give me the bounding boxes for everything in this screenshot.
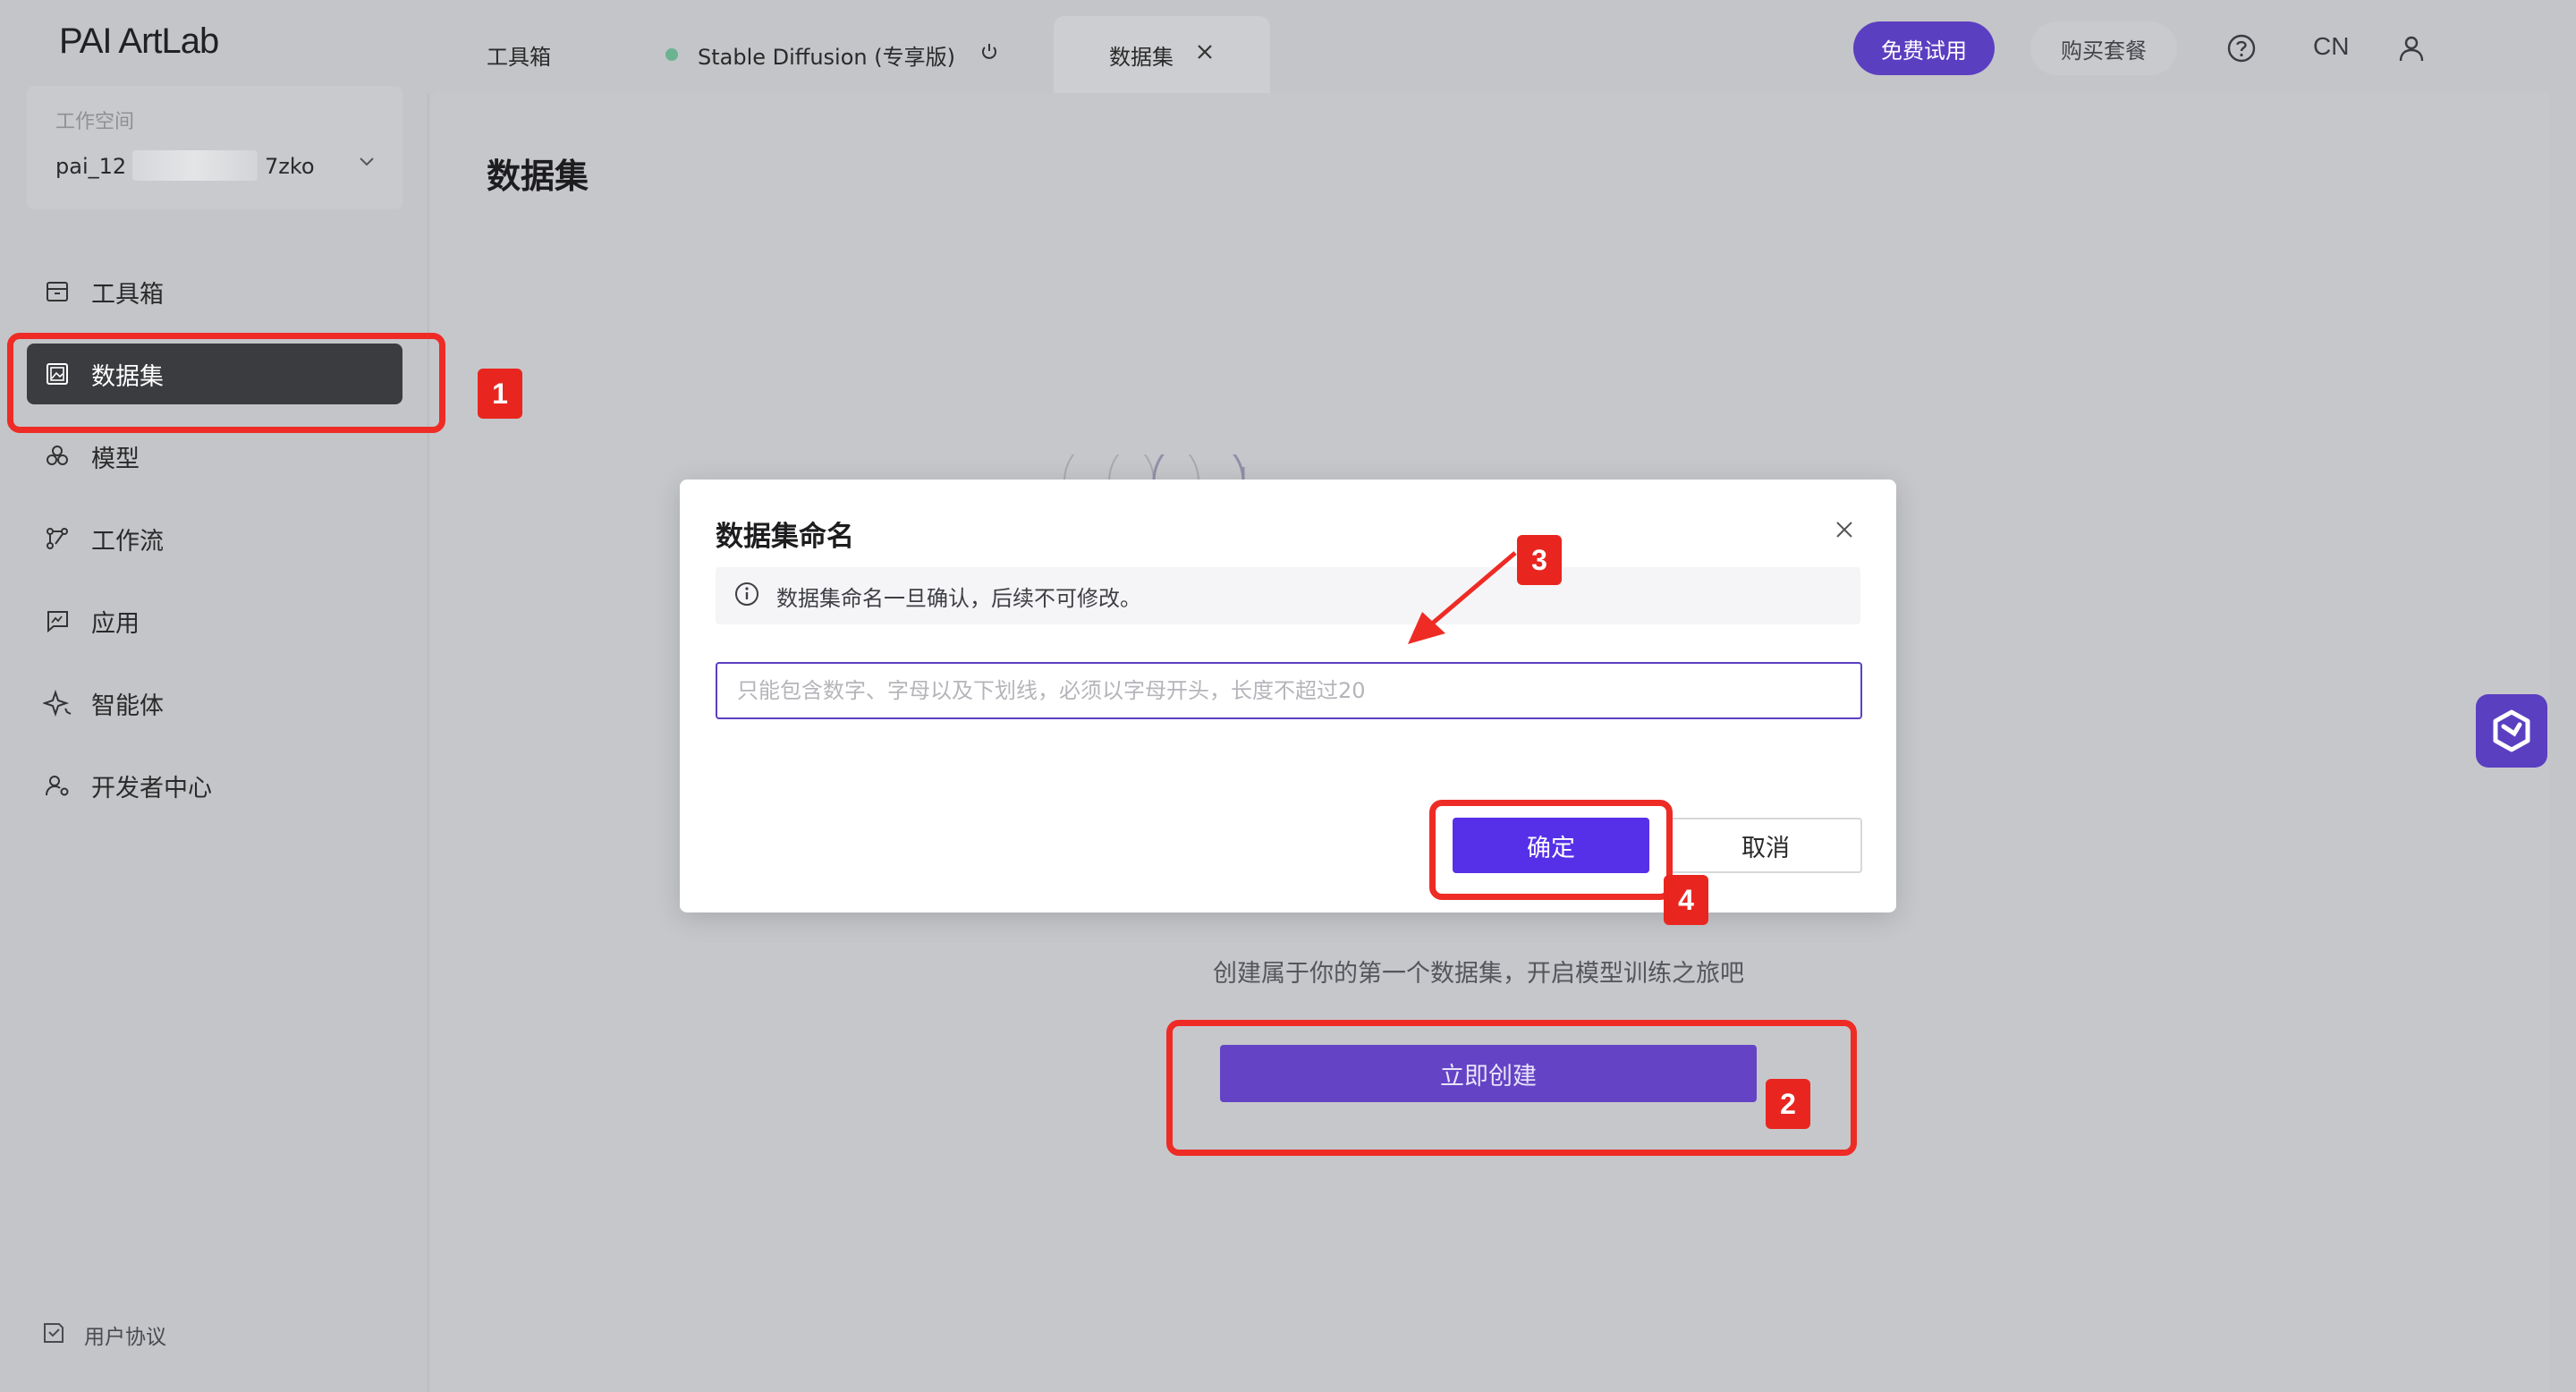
- notice-banner: 数据集命名一旦确认，后续不可修改。: [716, 567, 1860, 624]
- user-avatar-icon[interactable]: [2394, 30, 2429, 66]
- workspace-label: 工作空间: [55, 111, 135, 133]
- agent-sparkle-icon: [41, 687, 73, 719]
- user-agreement-label: 用户协议: [84, 1326, 166, 1349]
- sidebar-item-label: 模型: [91, 445, 140, 473]
- assistant-float-icon[interactable]: [2476, 694, 2547, 768]
- sidebar-item-developer[interactable]: 开发者中心: [27, 755, 402, 816]
- tab-toolbox[interactable]: 工具箱: [487, 16, 551, 93]
- buy-plan-button[interactable]: 购买套餐: [2030, 21, 2177, 75]
- dataset-name-input[interactable]: [716, 662, 1862, 719]
- top-bar: 工具箱 Stable Diffusion (专享版) 数据集 免费试用 购买套餐…: [429, 0, 2549, 93]
- user-agreement-link[interactable]: 用户协议: [39, 1319, 166, 1351]
- developer-icon: [41, 769, 73, 802]
- tab-stable-diffusion[interactable]: Stable Diffusion (专享版): [665, 16, 1000, 93]
- app-icon: [41, 605, 73, 637]
- sidebar-item-label: 智能体: [91, 692, 164, 720]
- toolbox-icon: [41, 276, 73, 308]
- tab-label: Stable Diffusion (专享版): [698, 44, 955, 70]
- logo: PAI ArtLab: [59, 21, 219, 61]
- workspace-name-redacted: [132, 150, 258, 181]
- sidebar-item-label: 工具箱: [91, 280, 164, 309]
- page-title: 数据集: [487, 157, 589, 196]
- agreement-icon: [39, 1319, 68, 1351]
- workflow-icon: [41, 522, 73, 555]
- step-badge-3: 3: [1517, 535, 1562, 585]
- tab-label: 工具箱: [487, 44, 551, 70]
- step-badge-4: 4: [1664, 875, 1708, 925]
- chevron-down-icon: [356, 150, 377, 178]
- sidebar-item-app[interactable]: 应用: [27, 590, 402, 651]
- highlight-create-button: [1166, 1020, 1857, 1156]
- dialog-title: 数据集命名: [716, 521, 854, 553]
- notice-text: 数据集命名一旦确认，后续不可修改。: [776, 585, 1141, 611]
- sidebar-item-label: 工作流: [91, 527, 164, 556]
- cancel-button[interactable]: 取消: [1669, 818, 1862, 873]
- close-icon[interactable]: [1832, 517, 1857, 542]
- step-badge-2: 2: [1766, 1079, 1810, 1129]
- highlight-dataset-nav: [7, 333, 445, 433]
- language-switch[interactable]: CN: [2313, 32, 2349, 61]
- tab-label: 数据集: [1109, 44, 1174, 70]
- workspace-name-suffix: 7zko: [265, 154, 315, 179]
- sidebar-item-label: 开发者中心: [91, 774, 212, 802]
- model-icon: [41, 440, 73, 472]
- dataset-naming-dialog: 数据集命名 数据集命名一旦确认，后续不可修改。 确定 取消: [680, 480, 1896, 912]
- sidebar-item-model[interactable]: 模型: [27, 426, 402, 487]
- highlight-confirm-button: [1429, 800, 1673, 900]
- status-dot: [665, 48, 678, 61]
- step-badge-1: 1: [478, 369, 522, 419]
- sidebar-item-agent[interactable]: 智能体: [27, 673, 402, 734]
- tab-dataset[interactable]: 数据集: [1054, 16, 1270, 93]
- power-icon[interactable]: [979, 41, 1000, 68]
- help-icon[interactable]: [2224, 30, 2259, 66]
- workspace-name-prefix: pai_12: [55, 154, 127, 179]
- sidebar-item-workflow[interactable]: 工作流: [27, 508, 402, 569]
- info-icon: [733, 581, 760, 611]
- workspace-selector[interactable]: 工作空间 pai_12 7zko: [27, 86, 402, 209]
- sidebar-item-toolbox[interactable]: 工具箱: [27, 261, 402, 322]
- empty-state-text: 创建属于你的第一个数据集，开启模型训练之旅吧: [1213, 960, 1744, 988]
- empty-state-illustration: [1046, 435, 1297, 482]
- close-tab-icon[interactable]: [1195, 42, 1215, 67]
- sidebar-item-label: 应用: [91, 609, 140, 638]
- free-trial-button[interactable]: 免费试用: [1853, 21, 1995, 75]
